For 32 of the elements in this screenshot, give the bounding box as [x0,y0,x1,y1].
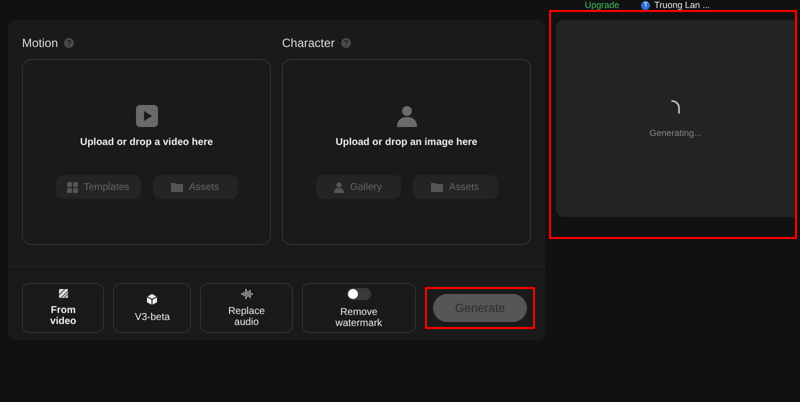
option-button[interactable]: From video [22,283,104,333]
help-icon[interactable] [340,38,351,48]
upload-prompt: Upload or drop an image here [336,137,478,148]
option-label: V3-beta [134,312,170,322]
help-icon[interactable] [64,38,74,48]
option-label: From video [49,305,78,327]
section-label: Character [282,36,335,50]
section-label: Motion [22,36,58,50]
button-label: Gallery [350,182,382,192]
play-icon [136,105,158,127]
striped-square-icon [58,289,68,298]
loading-spinner-icon [671,100,680,114]
button-label: Assets [448,182,479,192]
user-name[interactable]: Truong Lan ... [654,0,710,10]
grid-icon [66,182,78,192]
upgrade-link[interactable]: Upgrade [584,0,620,10]
button-label: Templates [84,182,130,192]
person-icon [334,182,344,192]
folder-icon [430,182,443,192]
option-button[interactable]: Remove watermark [302,283,416,333]
button-label: Assets [188,182,219,192]
option-label: Remove watermark [334,306,384,328]
option-label: Replace audio [227,306,266,328]
option-button[interactable]: V3-beta [113,283,192,333]
waveform-icon [240,288,253,298]
cube-icon [147,294,158,304]
upload-prompt: Upload or drop a video here [80,137,213,148]
status-text: Generating... [649,128,702,138]
person-icon [396,105,418,127]
folder-icon [170,182,183,192]
toggle-switch[interactable] [346,288,371,300]
option-button[interactable]: Replace audio [200,283,293,333]
